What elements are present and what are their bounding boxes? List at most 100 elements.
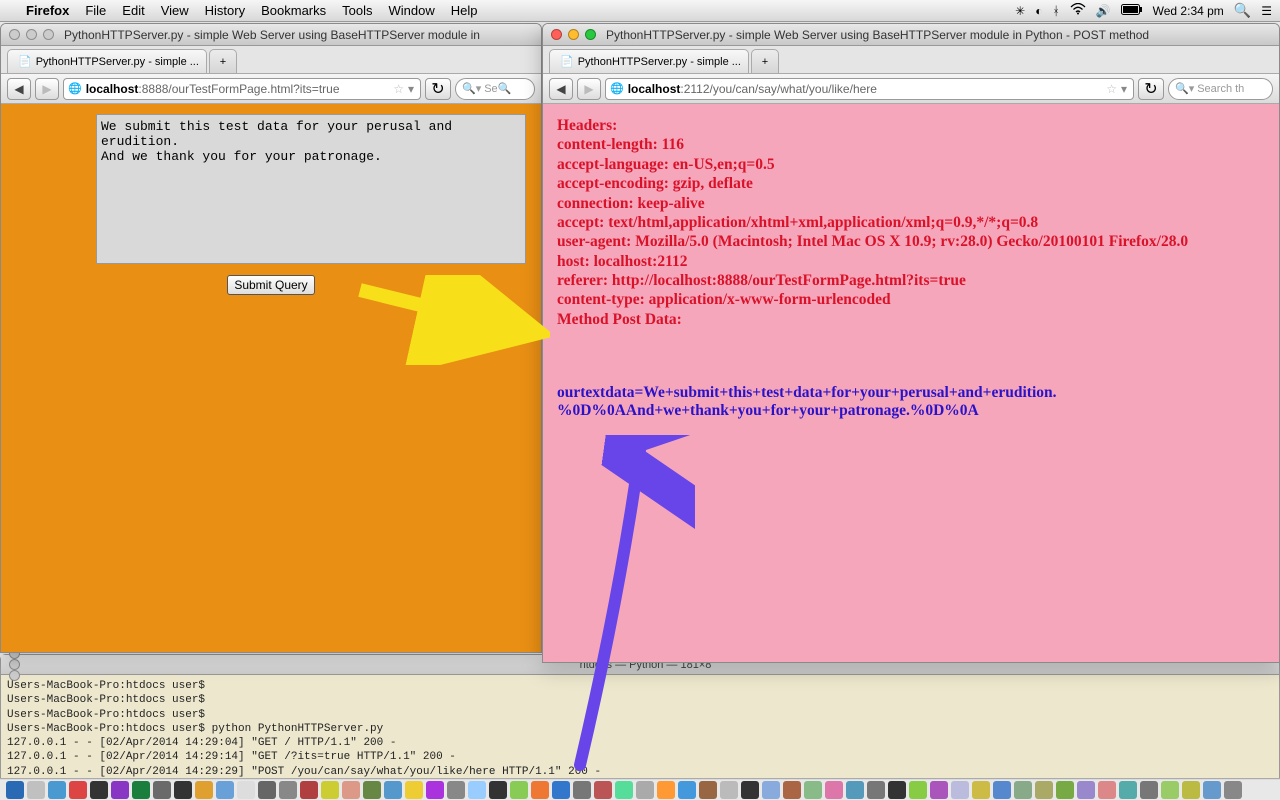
new-tab-button[interactable]: + — [209, 49, 237, 73]
dock-app-icon[interactable] — [615, 781, 633, 799]
back-button[interactable]: ◀ — [549, 78, 573, 100]
menubar-help[interactable]: Help — [451, 3, 478, 18]
dock-app-icon[interactable] — [174, 781, 192, 799]
form-textarea[interactable] — [96, 114, 526, 264]
dock-app-icon[interactable] — [783, 781, 801, 799]
dock-app-icon[interactable] — [1119, 781, 1137, 799]
url-bar[interactable]: 🌐 localhost:8888/ourTestFormPage.html?it… — [63, 78, 421, 100]
dock-app-icon[interactable] — [300, 781, 318, 799]
battery-icon[interactable] — [1121, 4, 1143, 18]
dock-app-icon[interactable] — [405, 781, 423, 799]
forward-button[interactable]: ▶ — [577, 78, 601, 100]
dock-app-icon[interactable] — [1098, 781, 1116, 799]
new-tab-button[interactable]: + — [751, 49, 779, 73]
dock-app-icon[interactable] — [888, 781, 906, 799]
menubar-window[interactable]: Window — [389, 3, 435, 18]
dock-app-icon[interactable] — [594, 781, 612, 799]
dock-app-icon[interactable] — [1014, 781, 1032, 799]
dock-app-icon[interactable] — [1077, 781, 1095, 799]
site-identity-icon[interactable]: 🌐 — [68, 82, 82, 95]
dock-app-icon[interactable] — [930, 781, 948, 799]
dock-app-icon[interactable] — [279, 781, 297, 799]
notification-center-icon[interactable]: ☰ — [1261, 4, 1272, 18]
dock-app-icon[interactable] — [909, 781, 927, 799]
spotlight-icon[interactable]: 🔍 — [1234, 2, 1251, 19]
dock-app-icon[interactable] — [972, 781, 990, 799]
dock-app-icon[interactable] — [6, 781, 24, 799]
menubar-tools[interactable]: Tools — [342, 3, 372, 18]
url-bar[interactable]: 🌐 localhost:2112/you/can/say/what/you/li… — [605, 78, 1134, 100]
dock-app-icon[interactable] — [951, 781, 969, 799]
dock-app-icon[interactable] — [216, 781, 234, 799]
dock-app-icon[interactable] — [69, 781, 87, 799]
dock-app-icon[interactable] — [426, 781, 444, 799]
minimize-icon[interactable] — [568, 29, 579, 40]
dock-app-icon[interactable] — [111, 781, 129, 799]
dock-app-icon[interactable] — [552, 781, 570, 799]
back-button[interactable]: ◀ — [7, 78, 31, 100]
search-bar[interactable]: 🔍▾ Se 🔍 — [455, 78, 535, 100]
dock-app-icon[interactable] — [846, 781, 864, 799]
reload-button[interactable]: ↻ — [1138, 78, 1164, 100]
close-icon[interactable] — [551, 29, 562, 40]
menubar-view[interactable]: View — [161, 3, 189, 18]
menubar-bookmarks[interactable]: Bookmarks — [261, 3, 326, 18]
dock-app-icon[interactable] — [867, 781, 885, 799]
tab-active[interactable]: 📄PythonHTTPServer.py - simple ... — [549, 49, 749, 73]
dock-app-icon[interactable] — [531, 781, 549, 799]
dock-app-icon[interactable] — [1203, 781, 1221, 799]
dock-app-icon[interactable] — [510, 781, 528, 799]
clock[interactable]: Wed 2:34 pm — [1153, 4, 1224, 18]
minimize-icon[interactable] — [9, 659, 20, 670]
reload-button[interactable]: ↻ — [425, 78, 451, 100]
dock-app-icon[interactable] — [447, 781, 465, 799]
dock-app-icon[interactable] — [573, 781, 591, 799]
volume-icon[interactable]: 🔊 — [1096, 4, 1111, 18]
window-titlebar[interactable]: PythonHTTPServer.py - simple Web Server … — [543, 24, 1279, 46]
dock-app-icon[interactable] — [342, 781, 360, 799]
dock-app-icon[interactable] — [1161, 781, 1179, 799]
dock-app-icon[interactable] — [657, 781, 675, 799]
dock-app-icon[interactable] — [363, 781, 381, 799]
dock-app-icon[interactable] — [27, 781, 45, 799]
dock-app-icon[interactable] — [195, 781, 213, 799]
dock-app-icon[interactable] — [153, 781, 171, 799]
zoom-icon[interactable] — [43, 29, 54, 40]
bookmark-star-icon[interactable]: ☆ — [1104, 82, 1119, 96]
dock-app-icon[interactable] — [258, 781, 276, 799]
sync-icon[interactable]: ✳︎ — [1015, 4, 1025, 18]
wifi-icon[interactable] — [1070, 3, 1086, 18]
dock-app-icon[interactable] — [48, 781, 66, 799]
dock-app-icon[interactable] — [1140, 781, 1158, 799]
site-identity-icon[interactable]: 🌐 — [610, 82, 624, 95]
bluetooth-icon[interactable]: ᚼ — [1052, 4, 1059, 18]
menubar-history[interactable]: History — [205, 3, 245, 18]
menubar-file[interactable]: File — [85, 3, 106, 18]
dock-app-icon[interactable] — [468, 781, 486, 799]
dock-app-icon[interactable] — [384, 781, 402, 799]
submit-button[interactable]: Submit Query — [227, 275, 314, 295]
dock-app-icon[interactable] — [762, 781, 780, 799]
forward-button[interactable]: ▶ — [35, 78, 59, 100]
dock-app-icon[interactable] — [132, 781, 150, 799]
close-icon[interactable] — [9, 29, 20, 40]
dock-app-icon[interactable] — [1056, 781, 1074, 799]
menubar-app[interactable]: Firefox — [26, 3, 69, 18]
dock-app-icon[interactable] — [804, 781, 822, 799]
dock-app-icon[interactable] — [993, 781, 1011, 799]
dropbox-icon[interactable]: ◐ — [1035, 4, 1042, 18]
dock-app-icon[interactable] — [741, 781, 759, 799]
dock-app-icon[interactable] — [720, 781, 738, 799]
dock-app-icon[interactable] — [90, 781, 108, 799]
tab-active[interactable]: 📄PythonHTTPServer.py - simple ... — [7, 49, 207, 73]
dock-app-icon[interactable] — [1035, 781, 1053, 799]
dock-app-icon[interactable] — [678, 781, 696, 799]
menubar-edit[interactable]: Edit — [122, 3, 144, 18]
dropdown-icon[interactable]: ▾ — [1119, 82, 1129, 96]
dock-app-icon[interactable] — [237, 781, 255, 799]
dock-app-icon[interactable] — [1182, 781, 1200, 799]
zoom-icon[interactable] — [585, 29, 596, 40]
dock-app-icon[interactable] — [489, 781, 507, 799]
dock-app-icon[interactable] — [1224, 781, 1242, 799]
dock-app-icon[interactable] — [321, 781, 339, 799]
